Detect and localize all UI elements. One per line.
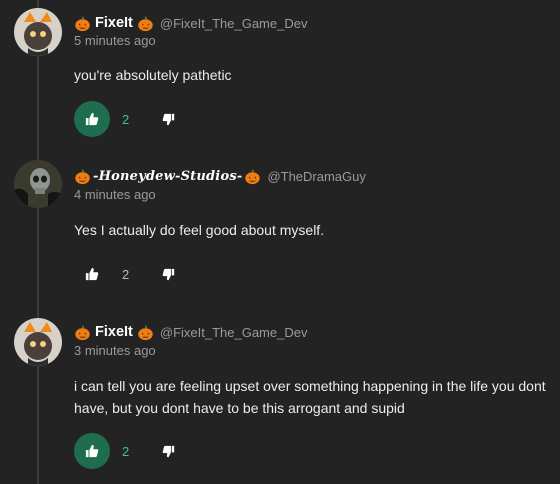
comment-actions: 2 [74,256,176,292]
comment-3: FixeIt @FixeIt_The_Game_Dev 3 minutes ag… [0,316,560,484]
dislike-button[interactable] [160,111,176,127]
thumbs-down-icon [162,113,174,125]
pumpkin-icon [244,168,261,185]
comment-text: i can tell you are feeling upset over so… [74,378,546,416]
comment-header: -Honeydew-Studios- @TheDramaGuy [74,166,366,186]
pumpkin-icon [74,15,91,32]
user-handle[interactable]: @FixeIt_The_Game_Dev [160,325,308,340]
comment-header: FixeIt @FixeIt_The_Game_Dev [74,322,307,342]
pumpkin-icon [137,324,154,341]
username[interactable]: FixeIt [95,15,133,31]
comment-text: you're absolutely pathetic [74,67,232,83]
username[interactable]: FixeIt [95,324,133,340]
pumpkin-icon [74,324,91,341]
like-count: 2 [122,443,130,459]
comment-actions: 2 [74,101,176,137]
thumbs-down-icon [162,445,174,457]
skull-avatar[interactable] [14,160,62,208]
username[interactable]: -Honeydew-Studios- [93,169,242,184]
thumbs-up-icon [85,112,99,126]
like-count: 2 [122,266,130,282]
pumpkin-icon [74,168,91,185]
timestamp: 4 minutes ago [74,187,156,202]
timestamp: 3 minutes ago [74,343,156,358]
dislike-button[interactable] [160,266,176,282]
cat-avatar[interactable] [14,8,62,56]
timestamp: 5 minutes ago [74,33,156,48]
comment-1: FixeIt @FixeIt_The_Game_Dev 5 minutes ag… [0,6,560,146]
comment-actions: 2 [74,433,176,469]
like-count: 2 [122,111,130,127]
user-handle[interactable]: @FixeIt_The_Game_Dev [160,16,308,31]
like-button[interactable] [74,433,110,469]
comment-2: -Honeydew-Studios- @TheDramaGuy 4 minute… [0,160,560,310]
dislike-button[interactable] [160,443,176,459]
comment-text: Yes I actually do feel good about myself… [74,222,325,238]
pumpkin-icon [137,15,154,32]
thumbs-up-icon [85,444,99,458]
comment-header: FixeIt @FixeIt_The_Game_Dev [74,13,307,33]
user-handle[interactable]: @TheDramaGuy [267,169,365,184]
like-button[interactable] [74,256,110,292]
cat-avatar[interactable] [14,318,62,366]
thumbs-down-icon [162,268,174,280]
thumbs-up-icon [85,267,99,281]
like-button[interactable] [74,101,110,137]
